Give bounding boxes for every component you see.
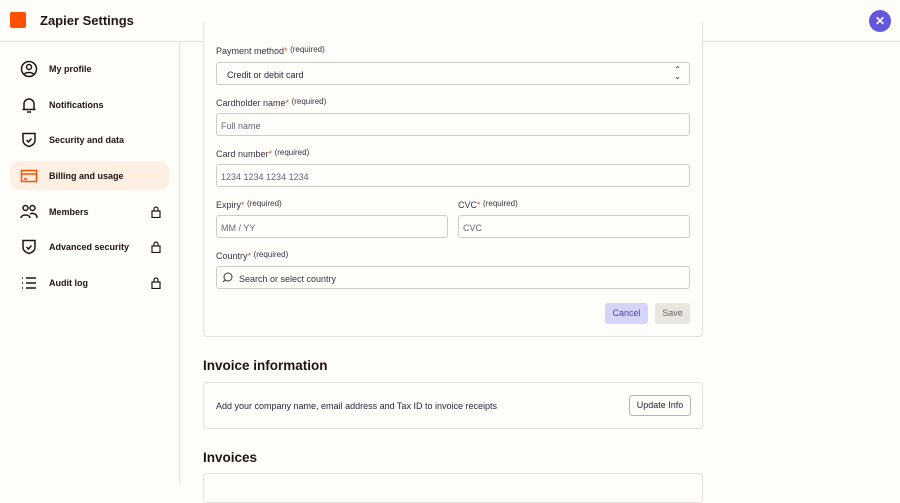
expiry-input[interactable]: MM / YY [216,215,448,238]
search-icon [222,272,233,283]
cardholder-name-input[interactable]: Full name [216,113,690,136]
sidebar-item-label: Members [49,207,89,217]
shield-check-icon [22,132,36,148]
close-button[interactable]: ✕ [869,10,891,32]
sidebar-item-billing-and-usage[interactable]: Billing and usage [10,161,169,190]
sidebar-item-my-profile[interactable]: My profile [10,54,169,83]
update-info-button[interactable]: Update Info [629,395,691,416]
list-icon [22,277,36,289]
payment-method-select[interactable]: Credit or debit card ⌃ ⌄ [216,62,690,85]
sidebar-item-members[interactable]: Members [10,197,169,226]
sidebar-item-label: My profile [49,64,92,74]
cvc-label: CVC* (required) [458,199,518,210]
invoices-card [203,473,703,503]
sidebar-item-audit-log[interactable]: Audit log [10,268,169,297]
shield-check-icon [22,239,36,255]
save-button[interactable]: Save [655,303,690,324]
lock-icon [151,241,161,253]
users-icon [20,204,38,219]
invoice-information-heading: Invoice information [203,358,328,373]
sidebar-item-notifications[interactable]: Notifications [10,90,169,119]
sidebar: My profile Notifications Security and da… [0,42,180,484]
sidebar-item-label: Billing and usage [49,171,124,181]
credit-card-icon [20,169,38,183]
zapier-logo [10,12,26,28]
sidebar-item-label: Security and data [49,135,125,145]
user-circle-icon [20,60,38,78]
lock-icon [151,206,161,218]
country-search-input[interactable]: Search or select country [216,266,690,289]
sidebar-item-label: Audit log [49,278,88,288]
cardholder-label: Cardholder name* (required) [216,97,327,108]
app-title: Zapier Settings [40,13,134,28]
invoice-info-text: Add your company name, email address and… [216,401,497,411]
lock-icon [151,277,161,289]
bell-icon [22,98,36,113]
payment-method-label: Payment method* (required) [216,45,325,56]
cvc-input[interactable]: CVC [458,215,690,238]
sidebar-item-advanced-security[interactable]: Advanced security [10,232,169,261]
sidebar-item-label: Advanced security [49,242,130,252]
card-number-label: Card number* (required) [216,148,310,159]
chevron-up-down-icon: ⌃ ⌄ [674,65,681,81]
close-icon: ✕ [874,14,886,28]
invoices-heading: Invoices [203,450,258,465]
invoice-info-card: Add your company name, email address and… [203,382,703,429]
sidebar-item-label: Notifications [49,100,104,110]
sidebar-item-security-and-data[interactable]: Security and data [10,125,169,154]
expiry-label: Expiry* (required) [216,199,282,210]
cancel-button[interactable]: Cancel [605,303,648,324]
card-number-input[interactable]: 1234 1234 1234 1234 [216,164,690,187]
country-label: Country* (required) [216,250,289,261]
